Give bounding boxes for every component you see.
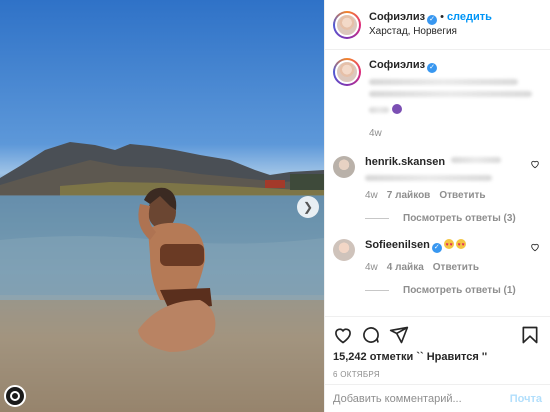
post-caption: Софиэлиз ✓ 4w	[333, 58, 542, 141]
user-tag-icon[interactable]	[4, 385, 26, 407]
post-comment-button[interactable]: Почта	[510, 393, 542, 405]
next-arrow-icon[interactable]: ❯	[297, 196, 319, 218]
blurred-caption-line	[369, 91, 532, 97]
heart-icon[interactable]	[333, 325, 353, 345]
view-replies-button[interactable]: Посмотреть ответы (1)	[365, 285, 542, 296]
header-text: Софиэлиз ✓ • следить Харстад, Норвегия	[369, 10, 492, 39]
share-icon[interactable]	[389, 325, 409, 345]
verified-badge-icon: ✓	[431, 243, 442, 253]
post-modal: ❯ Софиэлиз ✓ • следить Харстад, Норвегия Со…	[0, 0, 550, 412]
action-icons	[333, 323, 542, 347]
caption-username[interactable]: Софиэлиз	[369, 59, 425, 71]
post-actions: 15,242 отметки `` Нравится '' 6 ОКТЯБРЯ	[325, 316, 550, 379]
like-count[interactable]: 15,242 отметки `` Нравится ''	[333, 351, 542, 363]
grape-emoji-icon	[392, 104, 402, 114]
comment-username[interactable]: henrik.skansen	[365, 156, 445, 168]
comment-time: 4w	[365, 190, 378, 201]
caption-body: Софиэлиз ✓ 4w	[369, 58, 542, 141]
comment-username[interactable]: Sofieenilsen	[365, 239, 430, 251]
heart-eyes-emoji-icon	[443, 238, 454, 252]
reply-button[interactable]: Ответить	[439, 190, 485, 201]
verified-badge-icon: ✓	[427, 15, 438, 25]
author-username[interactable]: Софиэлиз	[369, 11, 425, 23]
avatar[interactable]	[333, 10, 361, 39]
comment-body: henrik.skansen 4w 7 лайков Ответить	[365, 155, 542, 203]
heart-icon[interactable]	[530, 242, 540, 252]
comment-meta: 4w 7 лайков Ответить	[365, 189, 524, 203]
post-date: 6 ОКТЯБРЯ	[333, 370, 380, 379]
comment-likes[interactable]: 7 лайков	[387, 190, 431, 201]
comment-item: Sofieenilsen✓ 4w 4 лайка Ответить	[333, 238, 542, 275]
post-sidebar: Софиэлиз ✓ • следить Харстад, Норвегия Софи…	[324, 0, 550, 412]
post-photo[interactable]: ❯	[0, 0, 324, 412]
blurred-comment-text	[365, 175, 493, 181]
avatar[interactable]	[333, 239, 355, 261]
heart-eyes-emoji-icon	[455, 238, 466, 252]
view-replies-button[interactable]: Посмотреть ответы (3)	[365, 213, 542, 224]
bookmark-icon[interactable]	[520, 325, 540, 345]
blurred-caption-line	[369, 79, 518, 85]
avatar[interactable]	[333, 156, 355, 178]
caption-avatar[interactable]	[333, 58, 361, 86]
comment-icon[interactable]	[361, 325, 381, 345]
separator: •	[440, 11, 444, 23]
caption-last-line	[369, 103, 542, 117]
beach-scene	[0, 142, 324, 412]
location-link[interactable]: Харстад, Норвегия	[369, 25, 492, 39]
comment-item: henrik.skansen 4w 7 лайков Ответить	[333, 155, 542, 203]
reply-button[interactable]: Ответить	[433, 262, 479, 273]
comment-time: 4w	[365, 262, 378, 273]
follow-button[interactable]: следить	[447, 11, 492, 23]
verified-badge-icon: ✓	[427, 63, 438, 73]
comment-likes[interactable]: 4 лайка	[387, 262, 424, 273]
comment-meta: 4w 4 лайка Ответить	[365, 261, 524, 275]
add-comment-bar: Почта	[325, 384, 550, 412]
comment-input[interactable]	[333, 392, 510, 405]
comment-body: Sofieenilsen✓ 4w 4 лайка Ответить	[365, 238, 542, 275]
heart-icon[interactable]	[530, 159, 540, 169]
blurred-comment-text	[451, 157, 502, 163]
comment-list[interactable]: Софиэлиз ✓ 4w henrik.skansen 4w 7 лайков От…	[325, 50, 550, 316]
caption-time: 4w	[369, 128, 382, 139]
post-header: Софиэлиз ✓ • следить Харстад, Норвегия	[325, 0, 550, 50]
